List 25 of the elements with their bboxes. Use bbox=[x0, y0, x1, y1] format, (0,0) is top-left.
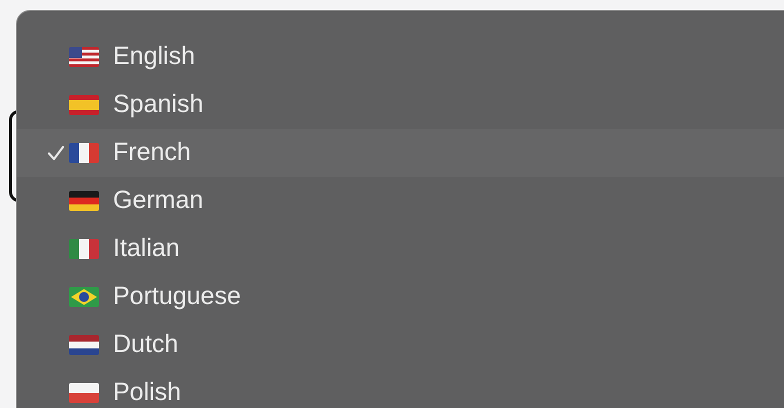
menu-item-label: Spanish bbox=[113, 89, 204, 120]
menu-item[interactable]: German bbox=[17, 177, 784, 225]
menu-item-label: Dutch bbox=[113, 329, 178, 360]
menu-item[interactable]: Spanish bbox=[17, 81, 784, 129]
menu-item[interactable]: English bbox=[17, 33, 784, 81]
flag-icon bbox=[69, 383, 99, 403]
menu-item[interactable]: Portuguese bbox=[17, 273, 784, 321]
flag-icon bbox=[69, 239, 99, 259]
menu-item-label: Polish bbox=[113, 377, 182, 408]
menu-item[interactable]: Italian bbox=[17, 225, 784, 273]
menu-item[interactable]: Dutch bbox=[17, 321, 784, 369]
flag-icon bbox=[69, 191, 99, 211]
menu-item-label: French bbox=[113, 137, 191, 168]
menu-item-label: Italian bbox=[113, 233, 180, 264]
flag-icon bbox=[69, 143, 99, 163]
flag-icon bbox=[69, 95, 99, 115]
menu-item-label: Portuguese bbox=[113, 281, 241, 312]
menu-item[interactable]: Polish bbox=[17, 369, 784, 408]
menu-item-label: English bbox=[113, 41, 195, 72]
flag-icon bbox=[69, 287, 99, 307]
flag-icon bbox=[69, 47, 99, 67]
menu-item[interactable]: French bbox=[17, 129, 784, 177]
menu-item-label: German bbox=[113, 185, 204, 216]
flag-icon bbox=[69, 335, 99, 355]
checkmark-icon bbox=[47, 145, 65, 161]
